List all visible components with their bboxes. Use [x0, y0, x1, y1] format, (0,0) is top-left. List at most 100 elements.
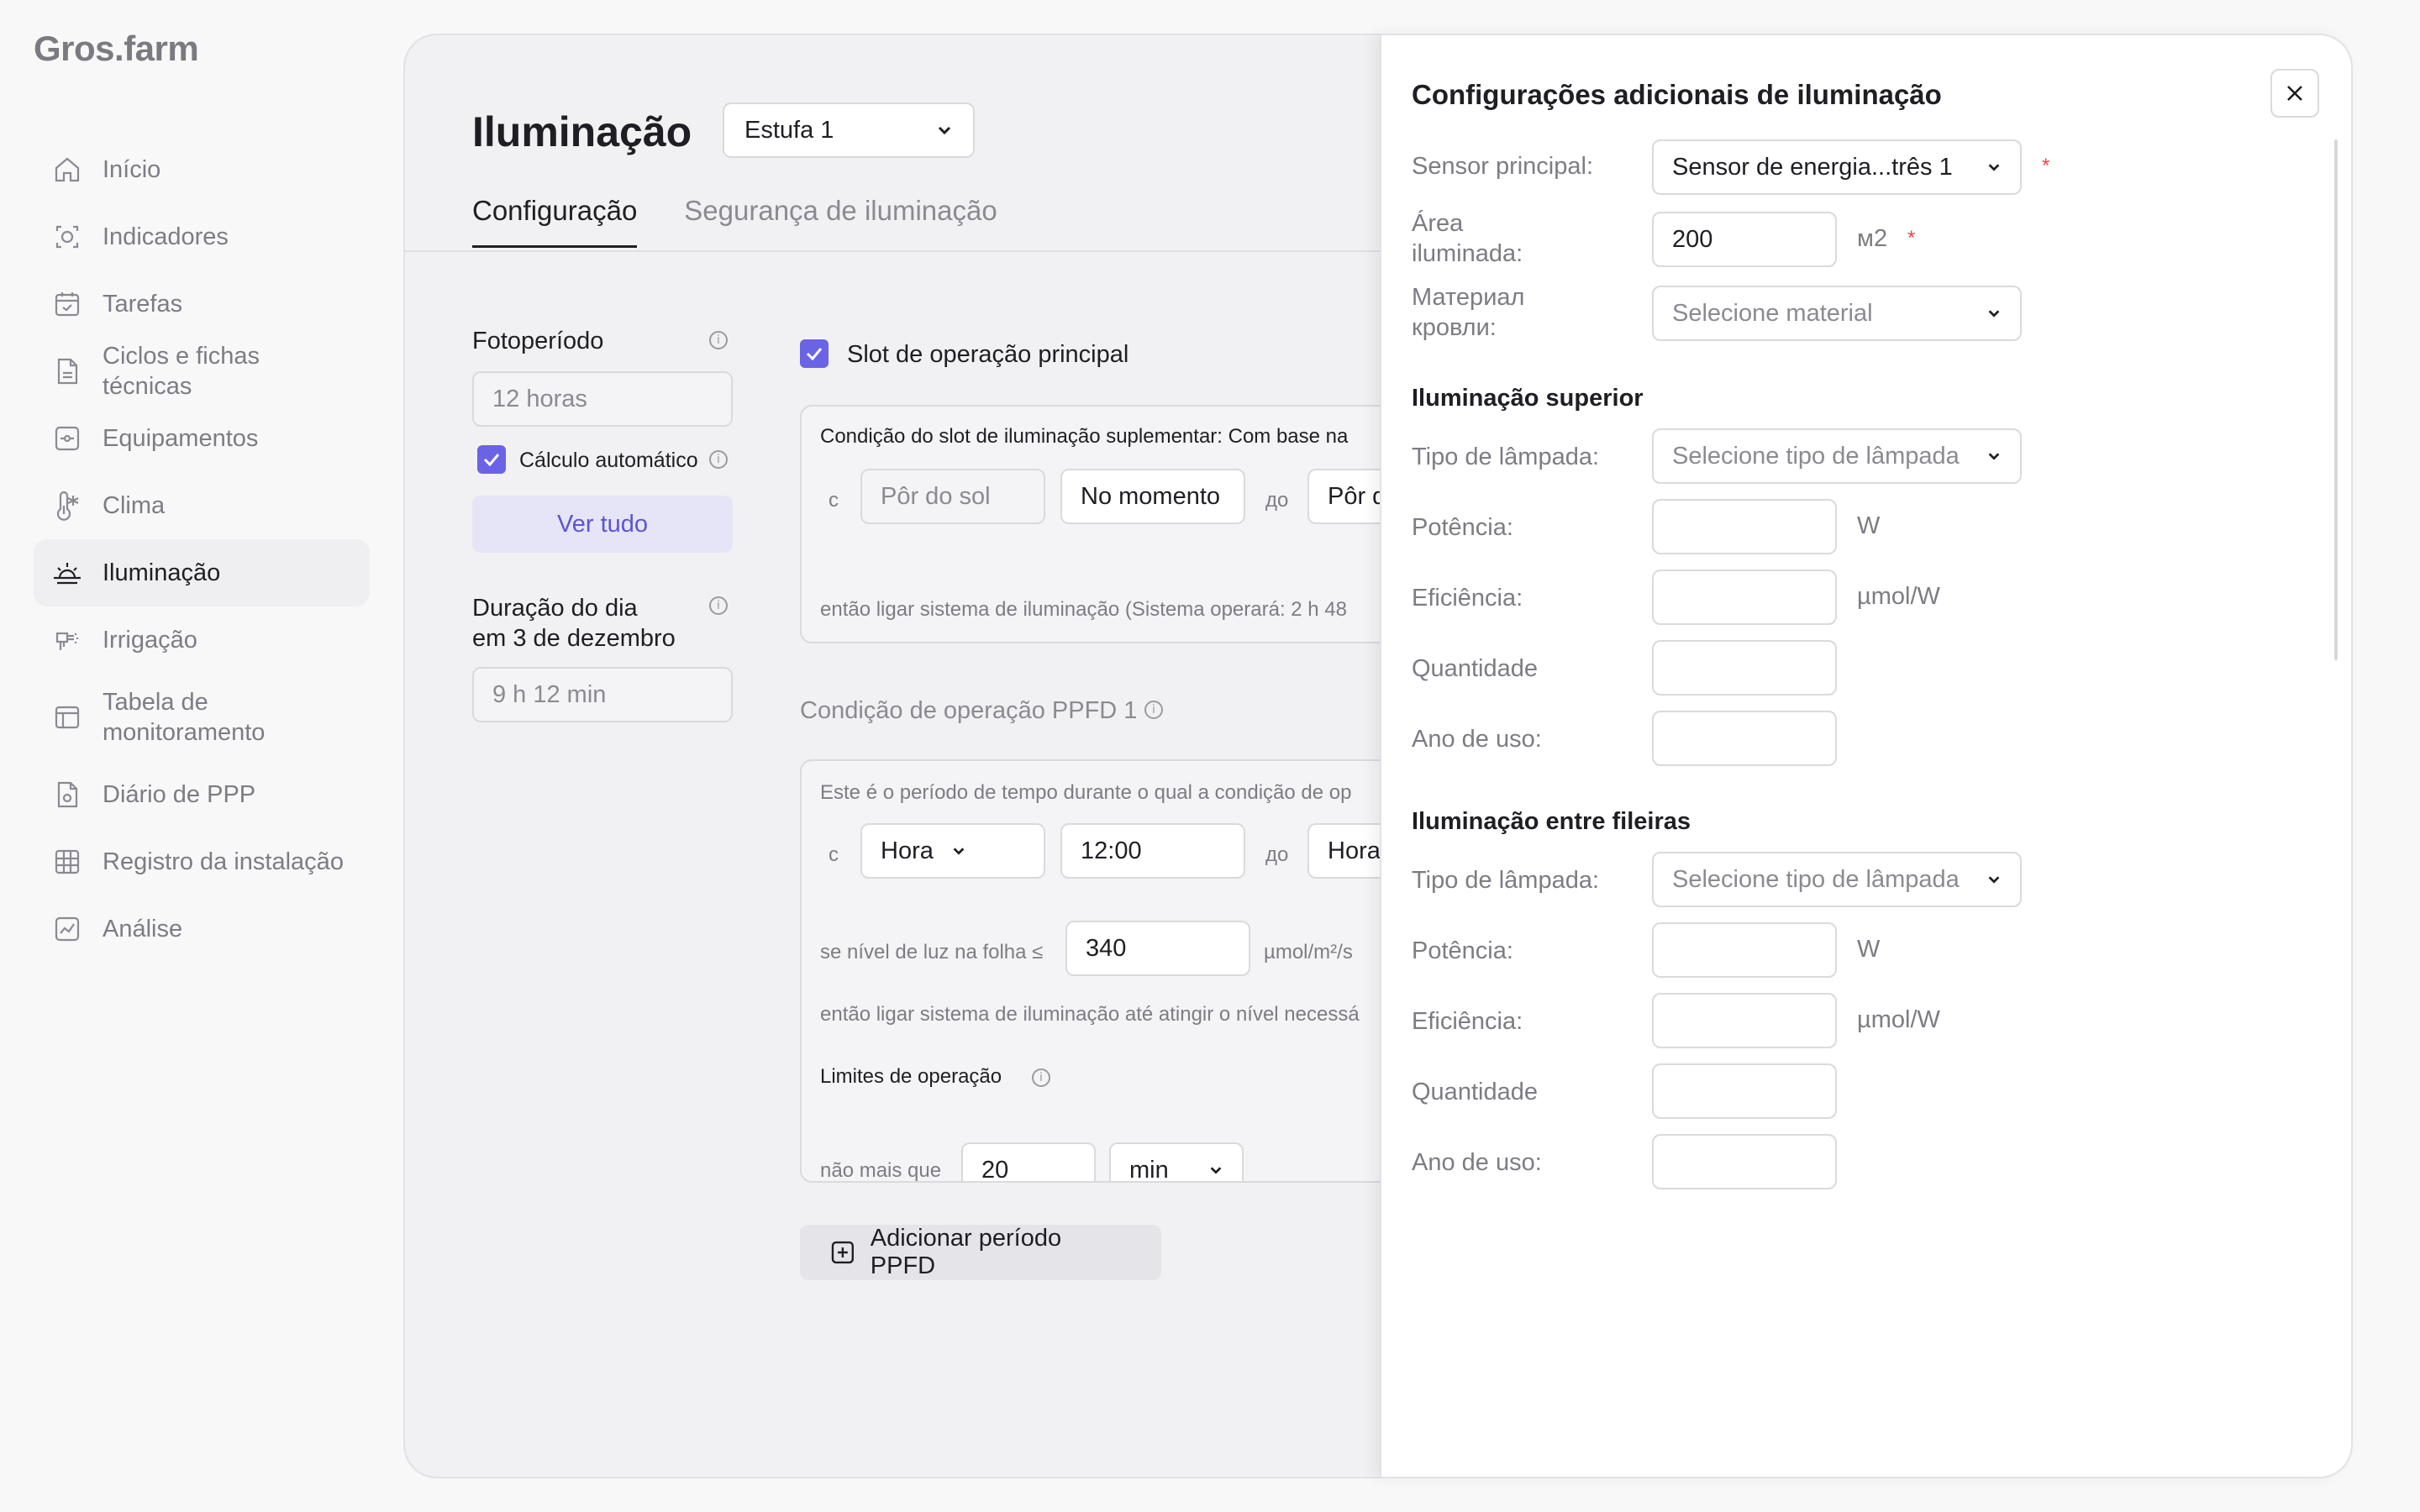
auto-calc-label: Cálculo automático [519, 449, 698, 472]
info-icon[interactable]: i [709, 331, 728, 349]
chevron-down-icon [1988, 164, 2000, 171]
rows-efficiency-input[interactable] [1652, 993, 1837, 1048]
sensor-value: Sensor de energia...três 1 [1672, 153, 1953, 181]
sidebar-item-label: Clima [103, 492, 166, 519]
ppfd-from-type-value: Hora [881, 837, 934, 864]
limit-value-input[interactable]: 20 [961, 1142, 1096, 1181]
rows-power-input[interactable] [1652, 922, 1837, 978]
top-lamp-select[interactable]: Selecione tipo de lâmpada [1652, 428, 2022, 484]
ppfd-light-unit: µmol/m²/s [1264, 941, 1353, 963]
material-label: Материал кровли: [1412, 282, 1524, 343]
top-efficiency-label: Eficiência: [1412, 585, 1523, 612]
required-mark: * [2042, 155, 2050, 177]
sidebar-item-diario[interactable]: Diário de PPP [34, 761, 370, 828]
sidebar-item-equipamentos[interactable]: Equipamentos [34, 405, 370, 472]
ppfd-light-input[interactable]: 340 [1065, 921, 1250, 976]
sidebar-item-tarefas[interactable]: Tarefas [34, 270, 370, 338]
chevron-down-icon [938, 126, 951, 135]
sidebar-item-label: Tabela de monitoramento [103, 689, 266, 746]
area-label-line2: iluminada: [1412, 240, 1523, 267]
sidebar-item-analise[interactable]: Análise [34, 895, 370, 963]
area-unit: м2 [1857, 225, 1888, 252]
top-lamp-placeholder: Selecione tipo de lâmpada [1672, 442, 1960, 470]
sidebar-item-irrigacao[interactable]: Irrigação [34, 606, 370, 674]
add-ppfd-period-button[interactable]: Adicionar período PPFD [800, 1225, 1161, 1280]
info-icon[interactable]: i [1032, 1068, 1050, 1087]
top-power-unit: W [1857, 512, 1881, 539]
top-year-label: Ano de uso: [1412, 726, 1542, 753]
rows-lamp-select[interactable]: Selecione tipo de lâmpada [1652, 852, 2022, 907]
document-icon [57, 358, 78, 385]
rows-power-label: Potência: [1412, 937, 1513, 964]
info-icon[interactable]: i [1144, 701, 1163, 719]
add-ppfd-period-label: Adicionar período PPFD [870, 1225, 1062, 1279]
sidebar-item-label: Equipamentos [103, 425, 259, 452]
equipment-icon [55, 426, 80, 451]
climate-icon [56, 491, 79, 521]
info-icon[interactable]: i [709, 596, 728, 615]
main-slot-label: Slot de operação principal [847, 341, 1129, 368]
from-label: с [829, 843, 839, 866]
top-lamp-label: Tipo de lâmpada: [1412, 444, 1600, 470]
main-slot-checkbox[interactable] [800, 339, 829, 368]
drawer-title: Configurações adicionais de iluminação [1412, 79, 1942, 110]
sunrise-icon [54, 563, 81, 585]
from-label: с [829, 489, 839, 512]
top-quantity-label: Quantidade [1412, 655, 1538, 682]
sidebar-item-clima[interactable]: Clima [34, 472, 370, 539]
rows-lamp-label: Tipo de lâmpada: [1412, 867, 1600, 894]
chevron-down-icon [953, 848, 965, 855]
sidebar-item-registro[interactable]: Registro da instalação [34, 828, 370, 895]
greenhouse-select[interactable]: Estufa 1 [723, 102, 975, 158]
greenhouse-select-value: Estufa 1 [744, 116, 834, 144]
slot-condition-text: Condição do slot de iluminação suplement… [820, 425, 1349, 448]
rows-quantity-input[interactable] [1652, 1063, 1837, 1119]
top-efficiency-unit: µmol/W [1857, 583, 1940, 610]
sensor-select[interactable]: Sensor de energia...três 1 [1652, 139, 2022, 195]
slot-moment-select[interactable]: No momento [1060, 469, 1245, 524]
auto-calc-checkbox[interactable] [477, 445, 506, 474]
close-button[interactable] [2270, 69, 2319, 118]
calendar-icon [55, 292, 80, 317]
scrollbar[interactable] [2334, 139, 2338, 660]
tab-configuracao[interactable]: Configuração [472, 195, 638, 248]
day-length-label-line2: em 3 de dezembro [472, 625, 676, 652]
no-more-than-label: não mais que [820, 1159, 942, 1182]
top-year-input[interactable] [1652, 711, 1837, 766]
sidebar-item-tabela[interactable]: Tabela de monitoramento [34, 674, 370, 761]
day-length-field[interactable]: 9 h 12 min [472, 667, 733, 722]
sidebar-item-indicadores[interactable]: Indicadores [34, 203, 370, 270]
home-icon [55, 157, 80, 182]
ppfd-from-time-input[interactable]: 12:00 [1060, 823, 1245, 879]
limit-unit-select[interactable]: min [1109, 1142, 1244, 1181]
sidebar-item-iluminacao[interactable]: Iluminação [34, 539, 370, 606]
app-logo[interactable]: Gros.farm [34, 29, 199, 69]
sidebar-item-inicio[interactable]: Início [34, 136, 370, 203]
slot-from-select[interactable]: Pôr do sol [860, 469, 1045, 524]
rows-year-input[interactable] [1652, 1134, 1837, 1189]
ppp-diary-icon [57, 781, 78, 808]
rows-efficiency-label: Eficiência: [1412, 1008, 1523, 1035]
close-icon [2287, 86, 2302, 101]
sidebar-item-ciclos[interactable]: Ciclos e fichas técnicas [34, 338, 370, 405]
sidebar-item-label: Irrigação [103, 627, 197, 654]
tab-seguranca-iluminacao[interactable]: Segurança de iluminação [684, 195, 997, 248]
see-all-button[interactable]: Ver tudo [472, 496, 733, 553]
ppfd-title: Condição de operação PPFD 1 [800, 697, 1138, 724]
info-icon[interactable]: i [709, 450, 728, 469]
top-power-input[interactable] [1652, 499, 1837, 554]
top-quantity-input[interactable] [1652, 640, 1837, 696]
sidebar-item-label: Indicadores [103, 223, 229, 250]
top-efficiency-input[interactable] [1652, 570, 1837, 625]
rows-year-label: Ano de uso: [1412, 1149, 1542, 1176]
to-label: до [1265, 489, 1289, 512]
photoperiod-field[interactable]: 12 horas [472, 371, 733, 427]
area-input[interactable]: 200 [1652, 212, 1837, 267]
material-select[interactable]: Selecione material [1652, 286, 2022, 341]
sidebar-item-label: Tarefas [103, 291, 183, 318]
check-icon [483, 454, 500, 467]
chevron-down-icon [1988, 876, 2000, 884]
photoperiod-label: Fotoperíodo [472, 328, 604, 354]
ppfd-from-type-select[interactable]: Hora [860, 823, 1045, 879]
sidebar-item-label: Iluminação [103, 559, 221, 586]
